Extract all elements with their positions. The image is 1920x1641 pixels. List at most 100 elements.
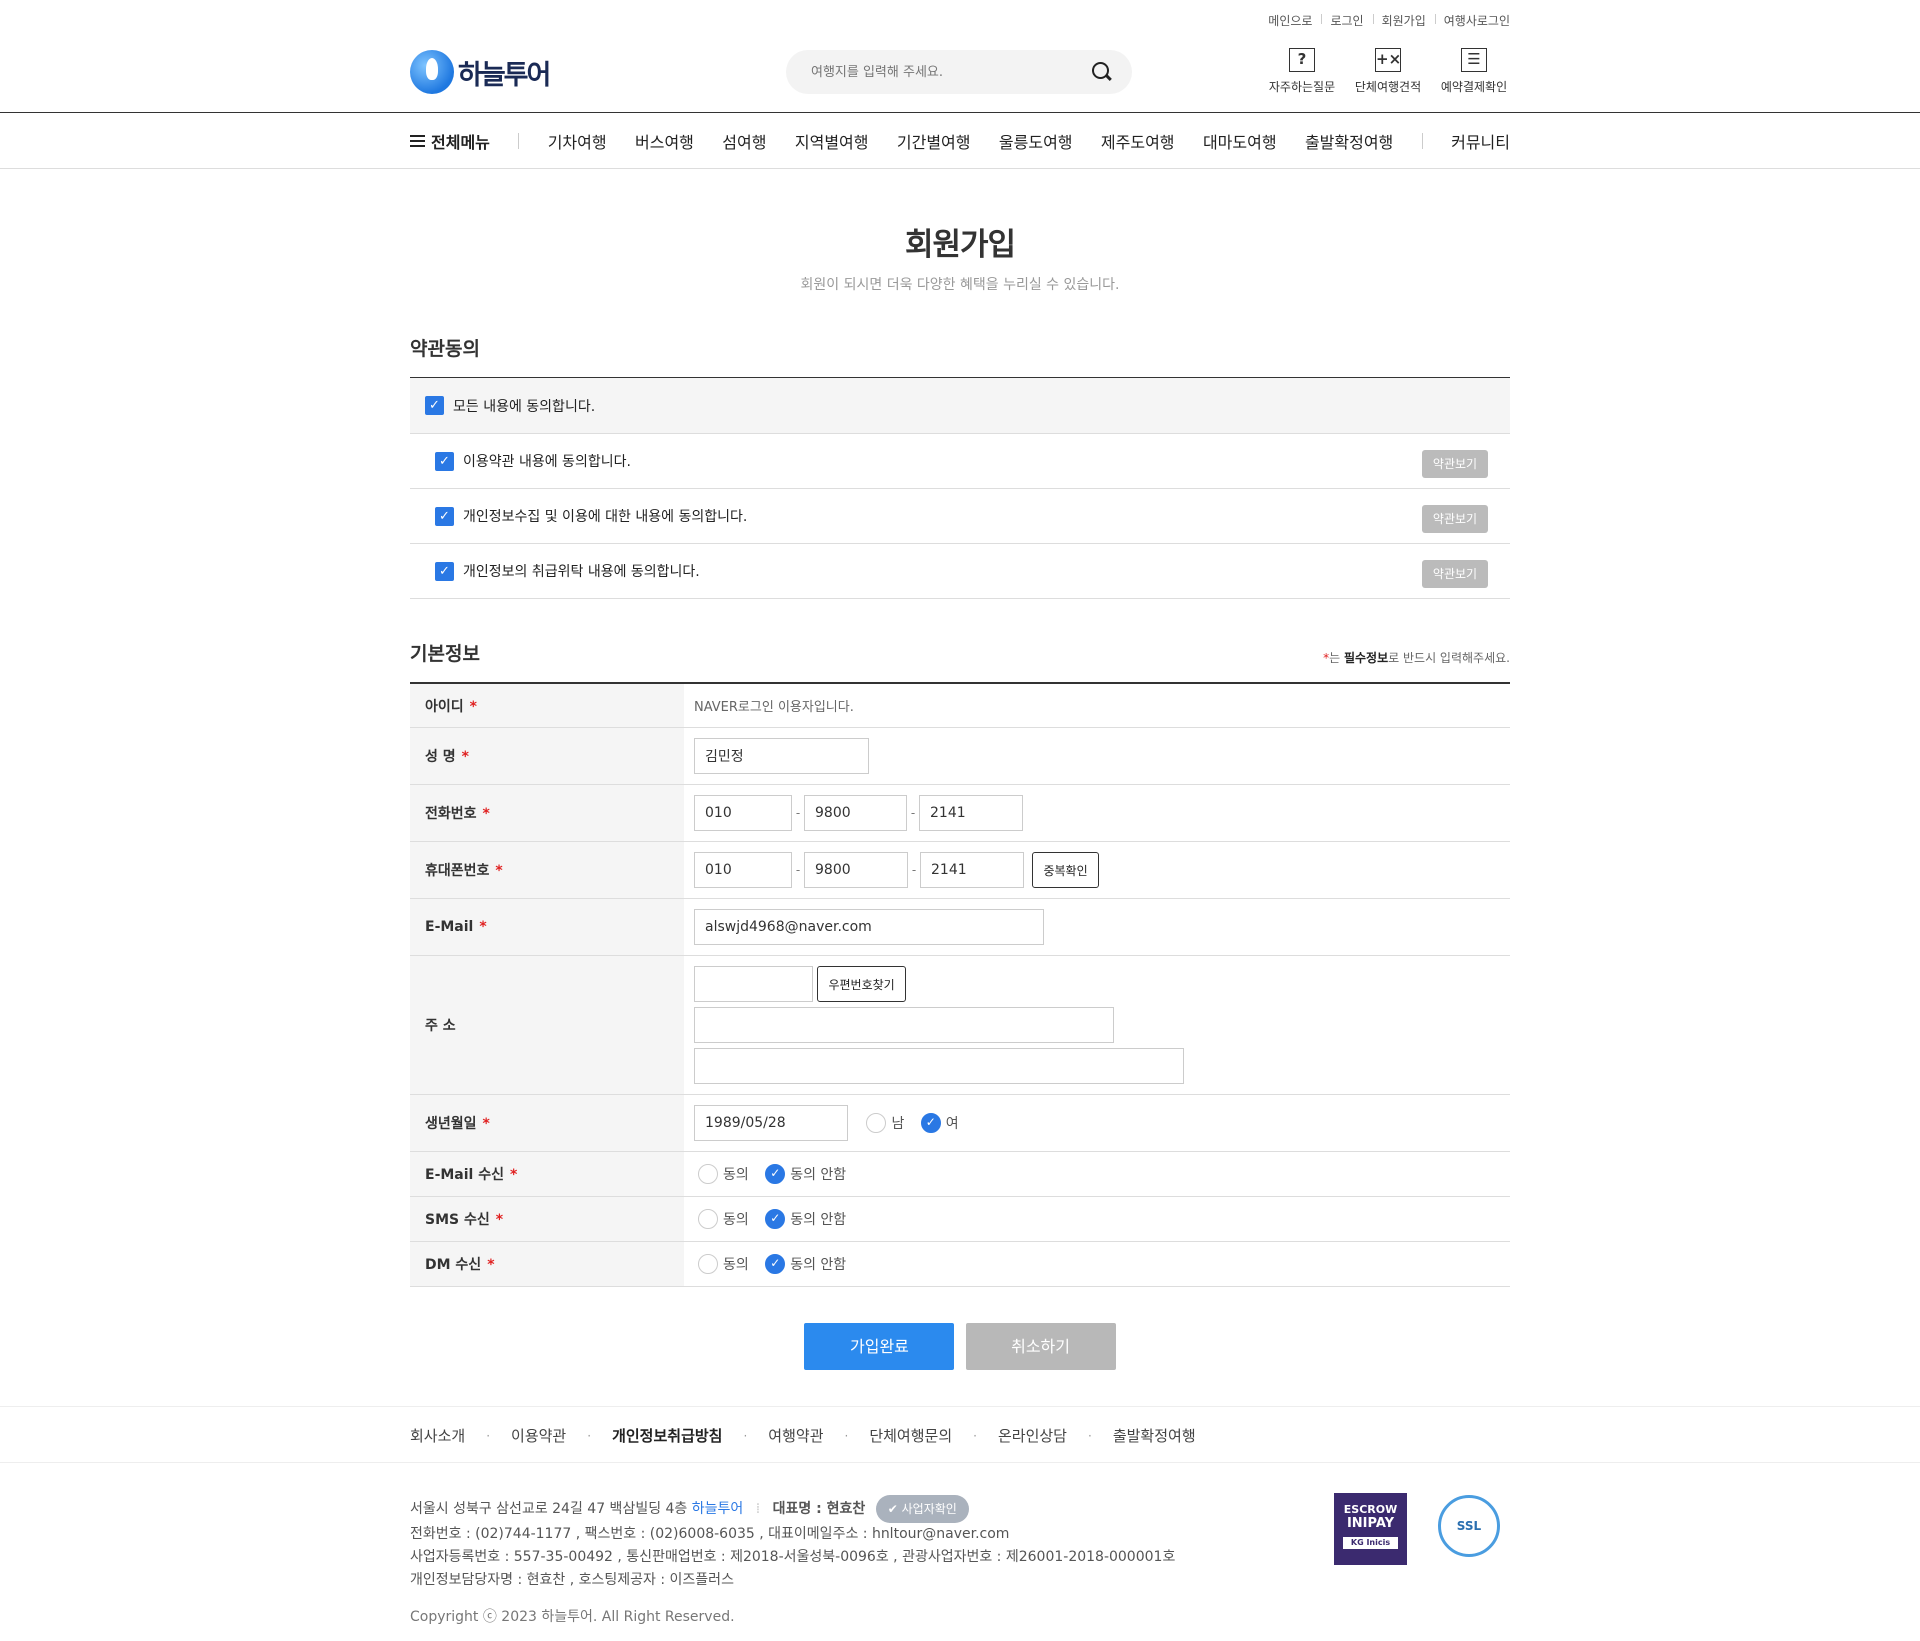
search-icon[interactable] xyxy=(1092,62,1112,82)
balloon-logo-icon xyxy=(410,50,454,94)
footer-link[interactable]: 출발확정여행 xyxy=(1113,1425,1196,1446)
link-main[interactable]: 메인으로 xyxy=(1259,12,1321,29)
content: 회원가입 회원이 되시면 더욱 다양한 혜택을 누리실 수 있습니다. 약관동의… xyxy=(410,219,1510,1370)
checkbox-consign[interactable]: ✓ xyxy=(435,561,454,581)
view-terms-button[interactable]: 약관보기 xyxy=(1422,450,1488,478)
label-text: 전화번호 xyxy=(425,806,477,822)
link-join[interactable]: 회원가입 xyxy=(1372,12,1435,29)
view-consign-button[interactable]: 약관보기 xyxy=(1422,560,1488,588)
required-mark: * xyxy=(469,698,477,715)
phone-input-3[interactable]: 2141 xyxy=(919,795,1023,831)
field-label: 주 소 xyxy=(410,955,684,1095)
link-agency-login[interactable]: 여행사로그인 xyxy=(1434,12,1510,29)
required-mark: * xyxy=(461,749,469,765)
search-input[interactable] xyxy=(811,64,1092,80)
required-note: *는 필수정보로 반드시 입력해주세요. xyxy=(1323,651,1510,665)
name-input[interactable]: 김민정 xyxy=(694,738,869,774)
radio-female[interactable] xyxy=(920,1113,941,1133)
footer-link[interactable]: 이용약관 xyxy=(511,1425,566,1446)
radio-dm-disagree[interactable] xyxy=(765,1254,786,1274)
nav-tsushima[interactable]: 대마도여행 xyxy=(1203,129,1277,153)
footer-link[interactable]: 회사소개 xyxy=(410,1425,465,1446)
field-label: SMS 수신 * xyxy=(410,1196,684,1242)
cancel-button[interactable]: 취소하기 xyxy=(965,1323,1116,1370)
footer-link[interactable]: 단체여행문의 xyxy=(869,1425,952,1446)
view-privacy-button[interactable]: 약관보기 xyxy=(1422,505,1488,533)
duplicate-check-button[interactable]: 중복확인 xyxy=(1032,852,1099,888)
mobile-input-1[interactable]: 010 xyxy=(694,852,792,888)
birth-input[interactable]: 1989/05/28 xyxy=(694,1105,848,1141)
copyright: Copyright ⓒ 2023 하늘투어. All Right Reserve… xyxy=(410,1609,735,1625)
agree-label: 동의 xyxy=(723,1257,749,1273)
footer-nav: 회사소개 · 이용약관 · 개인정보취급방침 · 여행약관 · 단체여행문의 · 온라인상… xyxy=(0,1406,1920,1463)
radio-male[interactable] xyxy=(866,1113,887,1133)
female-label: 여 xyxy=(945,1116,959,1132)
ssl-badge-icon: SSL xyxy=(1438,1495,1500,1557)
footer-link[interactable]: 온라인상담 xyxy=(998,1425,1067,1446)
disagree-label: 동의 안함 xyxy=(790,1257,847,1273)
required-mark: * xyxy=(495,863,503,879)
radio-dm-agree[interactable] xyxy=(698,1254,718,1274)
biz-check-badge[interactable]: ✔ 사업자확인 xyxy=(875,1495,969,1523)
required-mark: * xyxy=(487,1257,495,1273)
biz-check-label: 사업자확인 xyxy=(901,1502,957,1516)
terms-heading-text: 약관동의 xyxy=(410,338,480,360)
required-mark: * xyxy=(495,1212,504,1228)
zipcode-input[interactable] xyxy=(694,966,813,1002)
checkbox-terms[interactable]: ✓ xyxy=(435,451,454,471)
checkbox-privacy[interactable]: ✓ xyxy=(435,506,454,526)
footer-link-privacy[interactable]: 개인정보취급방침 xyxy=(612,1425,722,1446)
footer-link[interactable]: 여행약관 xyxy=(768,1425,823,1446)
agree-row: ✓ 개인정보의 취급위탁 내용에 동의합니다. 약관보기 xyxy=(410,544,1510,599)
form-row: 생년월일 * 1989/05/28 남 여 xyxy=(410,1094,1510,1152)
nav-confirmed[interactable]: 출발확정여행 xyxy=(1305,129,1393,153)
submit-button[interactable]: 가입완료 xyxy=(804,1323,955,1370)
nav-island[interactable]: 섬여행 xyxy=(722,129,766,153)
mobile-input-3[interactable]: 2141 xyxy=(920,852,1024,888)
quick-faq[interactable]: ? 자주하는질문 xyxy=(1266,48,1338,95)
radio-email-disagree[interactable] xyxy=(765,1164,786,1184)
quick-label: 자주하는질문 xyxy=(1268,80,1336,94)
zipcode-search-button[interactable]: 우편번호찾기 xyxy=(817,966,906,1002)
logo[interactable]: 하늘투어 xyxy=(410,50,551,94)
site-header: 메인으로 로그인 회원가입 여행사로그인 하늘투어 ? 자주하는질문 +× 단체… xyxy=(0,0,1920,113)
quick-label: 예약결제확인 xyxy=(1440,80,1508,94)
form-row: 성 명 * 김민정 xyxy=(410,727,1510,785)
quick-group-estimate[interactable]: +× 단체여행견적 xyxy=(1352,48,1424,95)
nav-jeju[interactable]: 제주도여행 xyxy=(1101,129,1175,153)
link-login[interactable]: 로그인 xyxy=(1321,12,1372,29)
quick-reservation-check[interactable]: ☰ 예약결제확인 xyxy=(1438,48,1510,95)
top-links: 메인으로 로그인 회원가입 여행사로그인 xyxy=(1259,12,1510,29)
mobile-input-2[interactable]: 9800 xyxy=(804,852,908,888)
id-value: NAVER로그인 이용자입니다. xyxy=(684,683,1510,728)
label-text: DM 수신 xyxy=(425,1257,482,1273)
address-input-1[interactable] xyxy=(694,1007,1114,1043)
label-text: 휴대폰번호 xyxy=(425,863,490,879)
nav-region[interactable]: 지역별여행 xyxy=(795,129,869,153)
email-input[interactable]: alswjd4968@naver.com xyxy=(694,909,1044,945)
agree-all-label: 모든 내용에 동의합니다. xyxy=(453,398,596,415)
phone-input-1[interactable]: 010 xyxy=(694,795,792,831)
nav-ulleungdo[interactable]: 울릉도여행 xyxy=(999,129,1073,153)
nav-bus[interactable]: 버스여행 xyxy=(635,129,694,153)
radio-sms-disagree[interactable] xyxy=(765,1209,786,1229)
agree-label: 개인정보의 취급위탁 내용에 동의합니다. xyxy=(463,564,700,580)
quick-menu: ? 자주하는질문 +× 단체여행견적 ☰ 예약결제확인 xyxy=(1266,48,1510,95)
basic-heading-text: 기본정보 xyxy=(410,643,480,665)
phone-input-2[interactable]: 9800 xyxy=(804,795,907,831)
nav-community[interactable]: 커뮤니티 xyxy=(1451,129,1510,153)
form-actions: 가입완료 취소하기 xyxy=(410,1323,1510,1370)
escrow-inipay-logo[interactable]: ESCROW INIPAY KG Inicis xyxy=(1334,1493,1407,1565)
nav-period[interactable]: 기간별여행 xyxy=(897,129,971,153)
radio-email-agree[interactable] xyxy=(698,1164,718,1184)
all-menu-button[interactable]: 전체메뉴 xyxy=(410,129,490,153)
address-input-2[interactable] xyxy=(694,1048,1184,1084)
radio-sms-agree[interactable] xyxy=(698,1209,718,1229)
nav-train[interactable]: 기차여행 xyxy=(548,129,607,153)
field-label: 생년월일 * xyxy=(410,1094,684,1152)
checkbox-agree-all[interactable]: ✓ xyxy=(425,396,444,415)
escrow-l2: INIPAY xyxy=(1346,1516,1395,1531)
agree-label: 개인정보수집 및 이용에 대한 내용에 동의합니다. xyxy=(463,509,748,525)
agree-all-row[interactable]: ✓ 모든 내용에 동의합니다. xyxy=(410,378,1510,434)
form-row: 전화번호 * 010-9800-2141 xyxy=(410,784,1510,842)
